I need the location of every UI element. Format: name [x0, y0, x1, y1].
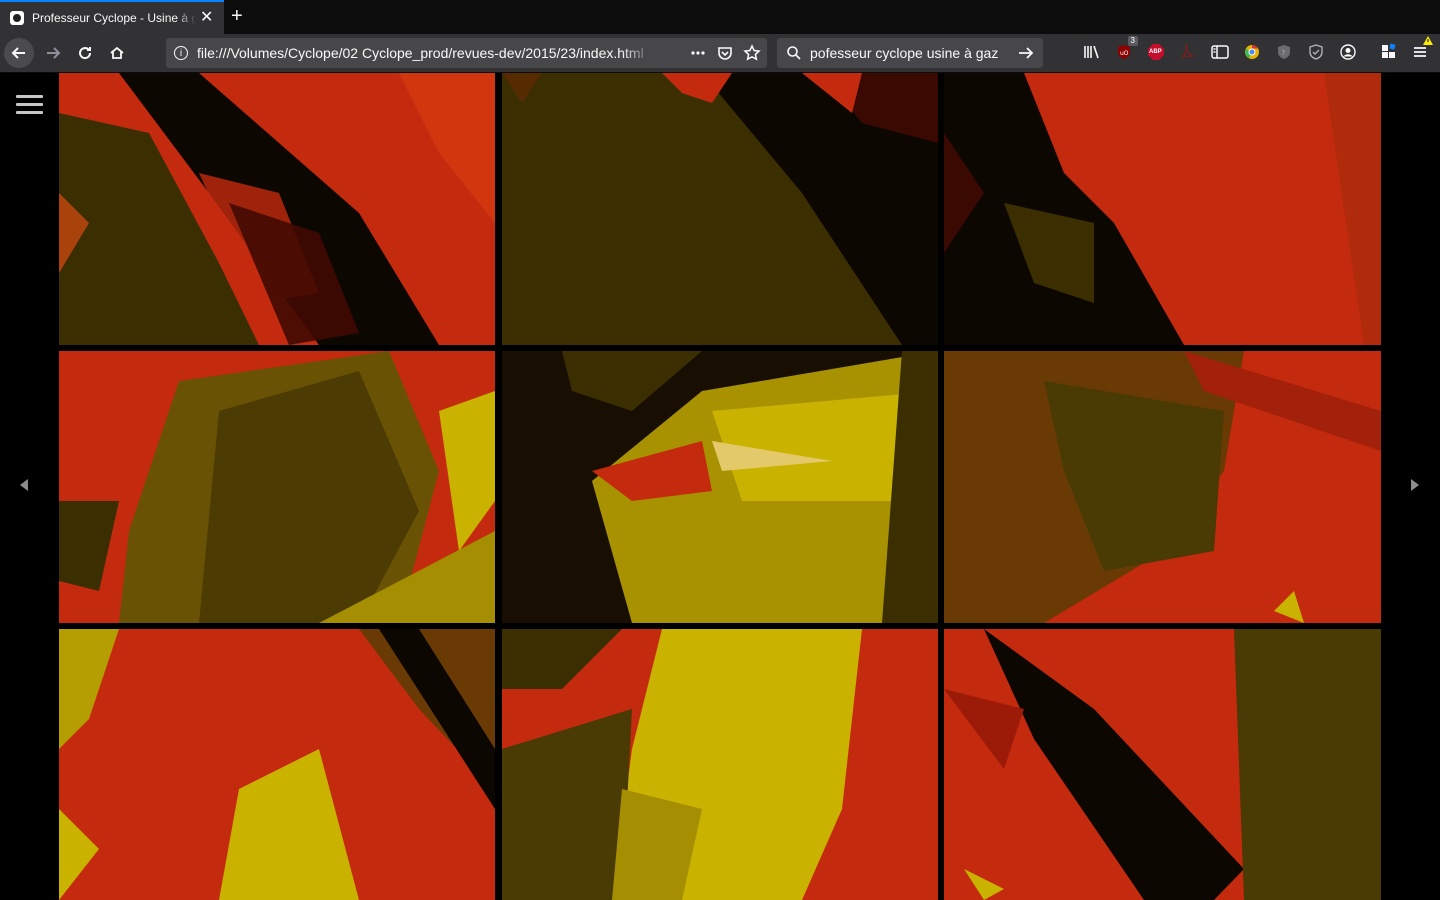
close-tab-icon[interactable]: ✕ — [200, 10, 213, 26]
menu-line — [16, 103, 43, 106]
site-favicon-icon — [10, 11, 24, 25]
search-go-icon[interactable] — [1017, 44, 1035, 62]
url-text[interactable]: file:///Volumes/Cyclope/02 Cyclope_prod/… — [197, 45, 653, 61]
back-button[interactable] — [4, 38, 34, 68]
sidebar-button[interactable] — [1210, 42, 1230, 62]
address-bar[interactable]: i file:///Volumes/Cyclope/02 Cyclope_pro… — [166, 38, 767, 68]
ublock-shield-icon: uO — [1118, 45, 1130, 59]
site-info-icon[interactable]: i — [174, 46, 188, 60]
active-tab[interactable]: Professeur Cyclope - Usine à gaz ✕ — [0, 0, 224, 34]
grey-shield-icon: ? — [1278, 45, 1290, 59]
shield-check-icon — [1309, 44, 1323, 60]
page-viewport — [0, 73, 1440, 900]
library-icon — [1084, 45, 1099, 59]
tab-strip: Professeur Cyclope - Usine à gaz ✕ + — [0, 0, 1440, 34]
gallery-tile-5[interactable] — [502, 351, 938, 623]
pocket-icon[interactable] — [717, 45, 733, 61]
sidebar-icon — [1211, 45, 1229, 59]
acrobat-icon — [1180, 44, 1195, 59]
site-menu-button[interactable] — [16, 95, 43, 115]
home-icon — [110, 46, 124, 59]
gallery-tile-9[interactable] — [944, 629, 1381, 900]
gallery-tile-8[interactable] — [502, 629, 938, 900]
extensions-icon — [1382, 43, 1396, 58]
home-button[interactable] — [102, 38, 132, 68]
colorful-circle-icon — [1245, 45, 1259, 59]
search-bar[interactable]: pofesseur cyclope usine à gaz — [777, 38, 1043, 68]
abstract-painting-tile-1 — [59, 73, 495, 345]
abstract-painting-tile-8 — [502, 629, 938, 900]
page-actions-icon[interactable] — [689, 46, 707, 60]
forward-arrow-icon — [47, 47, 61, 59]
gallery-tile-6[interactable] — [944, 351, 1381, 623]
gallery-tile-3[interactable] — [944, 73, 1381, 345]
tab-title: Professeur Cyclope - Usine à gaz — [32, 11, 196, 25]
account-button[interactable] — [1338, 42, 1358, 62]
abp-label: ABP — [1149, 49, 1162, 55]
new-tab-button[interactable]: + — [231, 6, 243, 26]
reload-icon — [79, 47, 92, 60]
account-icon — [1340, 44, 1356, 60]
abstract-painting-tile-3 — [944, 73, 1381, 345]
search-input[interactable]: pofesseur cyclope usine à gaz — [810, 45, 998, 61]
extensions-button[interactable] — [1379, 42, 1399, 62]
gallery-tile-1[interactable] — [59, 73, 495, 345]
menu-line — [16, 111, 43, 114]
next-arrow-icon[interactable] — [1411, 479, 1419, 491]
menu-line — [16, 95, 43, 98]
chrome-extension-button[interactable] — [1242, 42, 1262, 62]
gallery-tile-4[interactable] — [59, 351, 495, 623]
warning-icon — [1423, 36, 1433, 45]
abstract-painting-tile-2 — [502, 73, 938, 345]
ublock-button[interactable]: uO 3 — [1114, 36, 1138, 62]
abstract-painting-tile-6 — [944, 351, 1381, 623]
forward-button[interactable] — [38, 38, 68, 68]
protection-button[interactable] — [1306, 42, 1326, 62]
adblock-plus-button[interactable]: ABP — [1146, 42, 1166, 62]
ublock-count-badge: 3 — [1127, 36, 1138, 46]
navigation-toolbar: i file:///Volumes/Cyclope/02 Cyclope_pro… — [0, 34, 1440, 73]
abstract-painting-tile-9 — [944, 629, 1381, 900]
reload-button[interactable] — [70, 38, 100, 68]
hamburger-menu-icon — [1414, 47, 1426, 57]
previous-arrow-icon[interactable] — [20, 479, 28, 491]
pdf-button[interactable] — [1178, 42, 1198, 62]
bookmark-star-icon[interactable] — [743, 44, 761, 62]
library-button[interactable] — [1082, 42, 1102, 62]
privacy-extension-button[interactable]: ? — [1274, 42, 1294, 62]
app-menu-button[interactable] — [1411, 36, 1433, 62]
abstract-painting-tile-4 — [59, 351, 495, 623]
back-arrow-icon — [11, 47, 25, 59]
gallery-tile-7[interactable] — [59, 629, 495, 900]
abstract-painting-tile-5 — [502, 351, 938, 623]
svg-text:?: ? — [1282, 49, 1286, 57]
search-icon — [787, 46, 801, 60]
svg-text:uO: uO — [1120, 50, 1129, 57]
gallery-tile-2[interactable] — [502, 73, 938, 345]
abstract-painting-tile-7 — [59, 629, 495, 900]
